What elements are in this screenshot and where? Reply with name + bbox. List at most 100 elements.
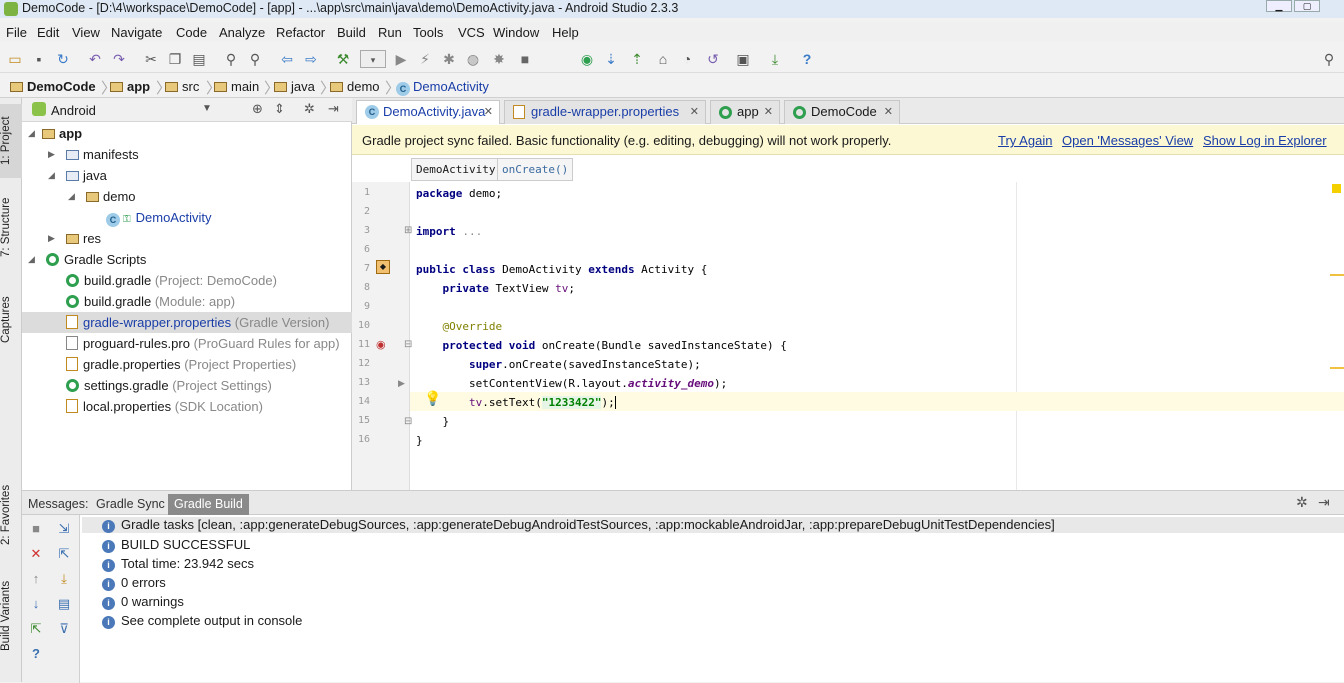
profile-icon[interactable]: ◍ [464, 50, 482, 68]
copy-icon[interactable]: ❐ [166, 50, 184, 68]
tab-demoactivity-java[interactable]: C DemoActivity.java ✕ [356, 100, 500, 124]
hide-panel-icon[interactable]: ⇥ [328, 101, 339, 117]
apply-changes-icon[interactable]: ⚡ [416, 50, 434, 68]
menu-view[interactable]: View [72, 25, 100, 40]
scroll-from-source-icon[interactable]: ⊕ [252, 101, 263, 117]
code-line[interactable]: package demo; [416, 187, 502, 200]
gradle-sync-icon[interactable]: ◉ [578, 50, 596, 68]
collapse-all-icon[interactable]: ⇱ [56, 546, 72, 562]
vcs-commit-icon[interactable]: ⇡ [628, 50, 646, 68]
save-icon[interactable]: ▪ [30, 50, 48, 68]
gear-icon[interactable]: ✲ [1296, 494, 1308, 511]
collapse-arrow-icon[interactable]: ▶ [48, 144, 55, 165]
warning-stripe-marker[interactable] [1330, 367, 1344, 369]
sync-icon[interactable]: ↻ [54, 50, 72, 68]
tree-item-build-gradle-project[interactable]: build.gradle (Project: DemoCode) [22, 270, 352, 291]
menu-analyze[interactable]: Analyze [219, 25, 265, 40]
code-line[interactable]: public class DemoActivity extends Activi… [416, 263, 707, 276]
hide-panel-icon[interactable]: ⇥ [1318, 494, 1330, 511]
vcs-history-icon[interactable]: ◔ [678, 50, 696, 68]
message-row[interactable]: i Total time: 23.942 secs [102, 556, 254, 572]
find-icon[interactable]: ⚲ [222, 50, 240, 68]
try-again-link[interactable]: Try Again [998, 133, 1052, 148]
tree-item-app[interactable]: ◢ app [22, 123, 352, 144]
expand-arrow-icon[interactable]: ◢ [68, 186, 75, 207]
code-line[interactable]: tv.setText("1233422"); [416, 396, 616, 409]
breadcrumb-demoactivity[interactable]: C DemoActivity [396, 79, 489, 96]
code-line[interactable]: } [416, 434, 423, 447]
sdk-manager-icon[interactable]: ⤓ [766, 50, 784, 68]
close-icon[interactable]: ✕ [690, 101, 699, 123]
tree-item-java[interactable]: ◢ java [22, 165, 352, 186]
menu-file[interactable]: File [6, 25, 27, 40]
message-row[interactable]: i0 errors [102, 575, 166, 591]
up-arrow-icon[interactable]: ↑ [28, 571, 44, 587]
code-crumb-method[interactable]: onCreate() [497, 158, 574, 181]
forward-icon[interactable]: ⇨ [302, 50, 320, 68]
code-line[interactable]: import ... [416, 225, 482, 238]
minimize-button[interactable]: ▁ [1266, 0, 1292, 12]
tab-structure[interactable]: 7: Structure [0, 192, 22, 262]
breadcrumb-main[interactable]: main [214, 79, 259, 94]
show-log-link[interactable]: Show Log in Explorer [1203, 133, 1327, 148]
warning-stripe-marker[interactable] [1330, 274, 1344, 276]
fold-end-icon[interactable]: ⊟ [404, 416, 412, 427]
tree-item-res[interactable]: ▶ res [22, 228, 352, 249]
export-to-text-icon[interactable]: ⇱ [28, 621, 44, 637]
breadcrumb-democode[interactable]: DemoCode [10, 79, 96, 94]
vcs-revert-icon[interactable]: ↺ [704, 50, 722, 68]
search-everywhere-icon[interactable]: ⚲ [1320, 50, 1338, 68]
tree-item-demo[interactable]: ◢ demo [22, 186, 352, 207]
make-project-icon[interactable]: ⚒ [334, 50, 352, 68]
tree-item-gradle-properties[interactable]: gradle.properties (Project Properties) [22, 354, 352, 375]
open-folder-icon[interactable]: ▭ [6, 50, 24, 68]
attach-debugger-icon[interactable]: ✸ [490, 50, 508, 68]
close-icon[interactable]: ✕ [764, 101, 773, 123]
vcs-update-icon[interactable]: ⇣ [602, 50, 620, 68]
code-crumb-class[interactable]: DemoActivity [411, 158, 501, 181]
breadcrumb-src[interactable]: src [165, 79, 199, 94]
code-line[interactable]: private TextView tv; [416, 282, 575, 295]
tree-item-local-properties[interactable]: local.properties (SDK Location) [22, 396, 352, 417]
maximize-button[interactable]: ▢ [1294, 0, 1320, 12]
project-structure-icon[interactable]: ▣ [734, 50, 752, 68]
inspection-status-icon[interactable] [1332, 184, 1341, 193]
open-messages-link[interactable]: Open 'Messages' View [1062, 133, 1193, 148]
paste-icon[interactable]: ▤ [190, 50, 208, 68]
help-icon[interactable]: ? [798, 50, 816, 68]
tab-favorites[interactable]: 2: Favorites [0, 482, 22, 548]
replace-icon[interactable]: ⚲ [246, 50, 264, 68]
tab-project[interactable]: 1: Project [0, 104, 22, 178]
tree-item-manifests[interactable]: ▶ manifests [22, 144, 352, 165]
message-row[interactable]: i Gradle tasks [clean, :app:generateDebug… [82, 517, 1344, 533]
breadcrumb-java[interactable]: java [274, 79, 315, 94]
tab-gradle-build[interactable]: Gradle Build [168, 494, 249, 515]
redo-icon[interactable]: ↷ [110, 50, 128, 68]
override-icon[interactable]: ◉ [376, 338, 386, 351]
menu-refactor[interactable]: Refactor [276, 25, 325, 40]
tree-item-gradle-wrapper-properties[interactable]: gradle-wrapper.properties (Gradle Versio… [22, 312, 352, 333]
tab-gradle-wrapper-properties[interactable]: gradle-wrapper.properties ✕ [504, 100, 706, 124]
tree-item-demoactivity[interactable]: C ⚿ DemoActivity [22, 207, 352, 228]
collapse-all-icon[interactable]: ⇕ [274, 101, 285, 117]
menu-code[interactable]: Code [176, 25, 207, 40]
expand-arrow-icon[interactable]: ◢ [28, 123, 35, 144]
down-arrow-icon[interactable]: ↓ [28, 596, 44, 612]
fold-collapse-icon[interactable]: ⊟ [404, 339, 412, 350]
menu-navigate[interactable]: Navigate [111, 25, 162, 40]
tab-captures[interactable]: Captures [0, 290, 22, 350]
android-activity-icon[interactable]: ◆ [376, 260, 390, 274]
tab-gradle-sync[interactable]: Gradle Sync [90, 494, 171, 515]
expand-arrow-icon[interactable]: ◢ [28, 249, 35, 270]
tab-app[interactable]: app ✕ [710, 100, 780, 124]
tab-build-variants[interactable]: Build Variants [0, 578, 22, 654]
menu-edit[interactable]: Edit [37, 25, 59, 40]
code-line[interactable]: setContentView(R.layout.activity_demo); [416, 377, 727, 390]
close-icon[interactable]: ✕ [884, 101, 893, 123]
menu-help[interactable]: Help [552, 25, 579, 40]
expand-arrow-icon[interactable]: ◢ [48, 165, 55, 186]
gear-icon[interactable]: ✲ [304, 101, 315, 117]
menu-build[interactable]: Build [337, 25, 366, 40]
undo-icon[interactable]: ↶ [86, 50, 104, 68]
fold-expand-icon[interactable]: ⊞ [404, 225, 412, 236]
